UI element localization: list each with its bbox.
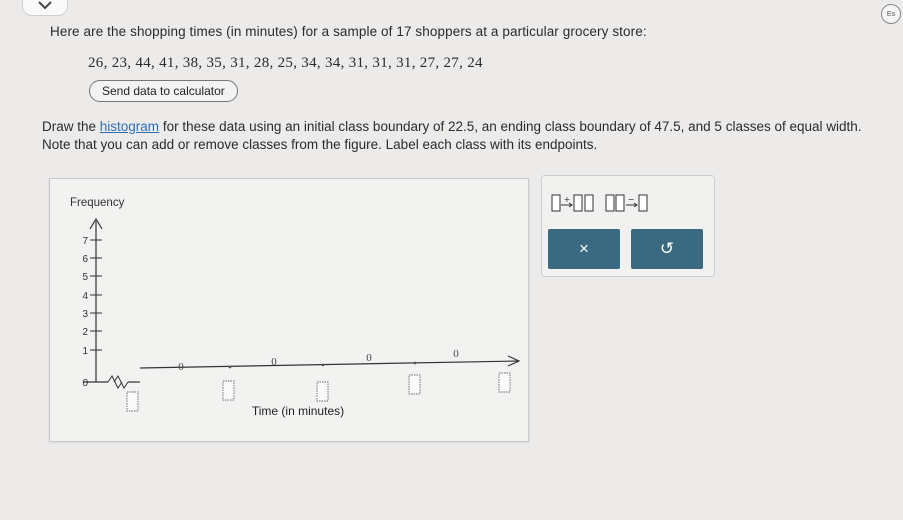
data-values: 26, 23, 44, 41, 38, 35, 31, 28, 25, 34, …: [88, 55, 483, 71]
instruction-text-after: for these data using an initial class bo…: [42, 119, 862, 152]
y-tick-label: 0: [82, 378, 88, 389]
bar-height-label[interactable]: 0: [453, 348, 459, 360]
class-boundary-dot[interactable]: [413, 361, 417, 365]
class-endpoint-input[interactable]: [408, 374, 421, 395]
y-tick-label: 5: [82, 272, 88, 283]
y-tick-label: 6: [82, 254, 88, 265]
close-icon: ×: [579, 239, 589, 258]
histogram-link[interactable]: histogram: [100, 119, 159, 134]
remove-class-icon[interactable]: −: [604, 192, 652, 214]
send-data-button[interactable]: Send data to calculator: [89, 80, 238, 102]
collapse-chevron-tab[interactable]: [22, 0, 68, 16]
bar-height-label[interactable]: 0: [178, 361, 184, 373]
y-tick-label: 3: [82, 309, 88, 320]
y-tick-label: 1: [82, 346, 88, 357]
histogram-graph[interactable]: Frequency 0 1 2 3 4 5 6 7 0 0 0 0 Time (…: [49, 178, 529, 442]
reset-icon: ↺: [659, 239, 675, 258]
class-boundary-dot[interactable]: [228, 365, 232, 369]
x-axis-line: [139, 360, 519, 369]
chevron-down-icon: [38, 0, 52, 9]
histogram-canvas[interactable]: Frequency 0 1 2 3 4 5 6 7 0 0 0 0 Time (…: [50, 179, 528, 441]
question-intro: Here are the shopping times (in minutes)…: [50, 24, 647, 39]
axis-break-icon: [107, 375, 129, 389]
y-tick-label: 7: [82, 236, 88, 247]
clear-button[interactable]: ×: [548, 229, 620, 269]
y-tick-label: 4: [82, 291, 88, 302]
y-axis-label: Frequency: [70, 197, 125, 209]
class-endpoint-input[interactable]: [222, 380, 235, 401]
class-endpoint-input[interactable]: [126, 391, 139, 412]
corner-badge[interactable]: Es: [881, 4, 901, 24]
class-boundary-dot[interactable]: [321, 363, 325, 367]
svg-text:−: −: [628, 195, 635, 204]
class-endpoint-input[interactable]: [498, 372, 511, 393]
bar-height-label[interactable]: 0: [271, 356, 277, 368]
bar-height-label[interactable]: 0: [366, 352, 372, 364]
reset-button[interactable]: ↺: [631, 229, 703, 269]
x-axis-label: Time (in minutes): [252, 404, 344, 418]
add-class-icon[interactable]: +: [550, 192, 606, 214]
instructions: Draw the histogram for these data using …: [42, 118, 892, 154]
class-endpoint-input[interactable]: [316, 381, 329, 402]
y-tick-label: 2: [82, 327, 88, 338]
tool-panel: + − × ↺: [541, 175, 715, 277]
instruction-text-before: Draw the: [42, 119, 100, 134]
